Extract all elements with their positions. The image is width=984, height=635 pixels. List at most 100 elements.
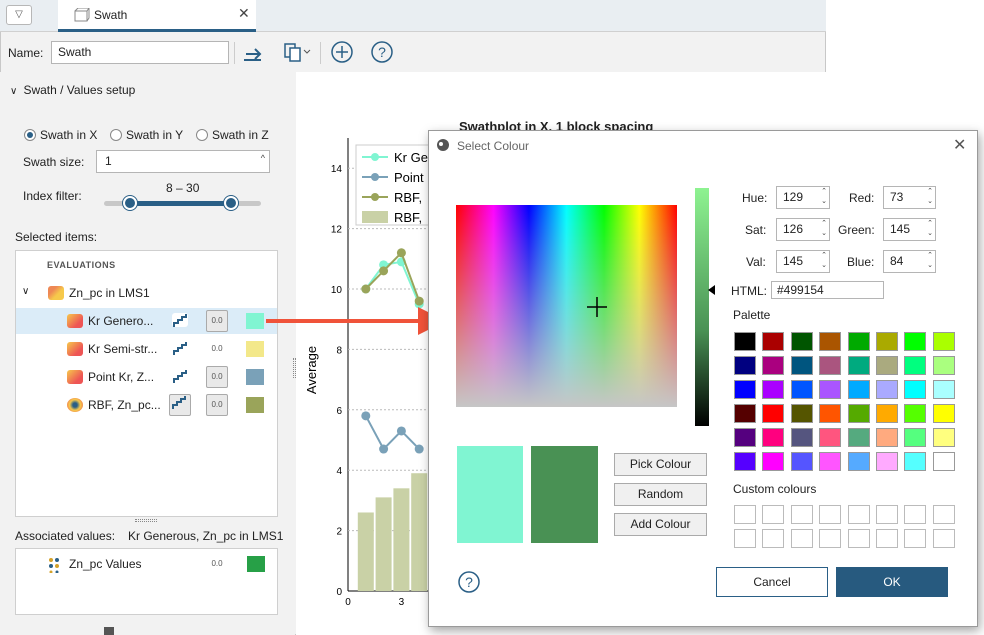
- colour-swatch[interactable]: [246, 369, 264, 385]
- colour-spectrum[interactable]: [456, 205, 677, 407]
- close-tab-icon[interactable]: ✕: [238, 5, 250, 22]
- help-icon[interactable]: ?: [370, 40, 394, 64]
- palette-swatch[interactable]: [847, 452, 870, 471]
- radio-swath-z[interactable]: Swath in Z: [196, 128, 269, 142]
- tree-item-row[interactable]: RBF, Zn_pc... 0.0: [16, 392, 277, 418]
- collapse-button[interactable]: ▽: [6, 5, 32, 25]
- palette-swatch[interactable]: [762, 428, 785, 447]
- palette-swatch[interactable]: [932, 404, 955, 423]
- spin-arrows-icon[interactable]: ⌃ ⌄: [927, 219, 933, 239]
- add-icon[interactable]: [330, 40, 354, 64]
- palette-swatch[interactable]: [876, 404, 898, 423]
- colour-swatch[interactable]: [246, 341, 264, 357]
- palette-swatch[interactable]: [762, 404, 785, 423]
- blue-input[interactable]: 84 ⌃ ⌄: [883, 250, 936, 273]
- custom-colour-slot[interactable]: [819, 529, 842, 548]
- export-icon[interactable]: [241, 40, 265, 64]
- palette-swatch[interactable]: [762, 356, 785, 375]
- palette-swatch[interactable]: [847, 356, 870, 375]
- associated-item-row[interactable]: Zn_pc Values 0.0: [16, 552, 277, 578]
- scroll-handle[interactable]: [104, 627, 114, 635]
- custom-colour-slot[interactable]: [876, 529, 898, 548]
- palette-swatch[interactable]: [734, 428, 756, 447]
- custom-colour-slot[interactable]: [762, 529, 785, 548]
- palette-swatch[interactable]: [847, 428, 870, 447]
- palette-swatch[interactable]: [819, 404, 842, 423]
- splitter-handle[interactable]: [135, 519, 157, 522]
- colour-swatch[interactable]: [246, 397, 264, 413]
- name-input[interactable]: Swath: [51, 41, 229, 64]
- stats-button[interactable]: 0.0: [206, 310, 228, 332]
- spin-arrows-icon[interactable]: ⌃ ⌄: [821, 219, 827, 239]
- copy-icon[interactable]: [282, 40, 311, 64]
- tree-item-row[interactable]: Kr Semi-str... 0.0: [16, 336, 277, 362]
- close-icon[interactable]: ✕: [953, 135, 966, 155]
- spin-arrows-icon[interactable]: ⌃ ⌄: [821, 187, 827, 207]
- palette-swatch[interactable]: [734, 452, 756, 471]
- histogram-icon[interactable]: [172, 341, 188, 355]
- palette-swatch[interactable]: [762, 452, 785, 471]
- green-input[interactable]: 145 ⌃ ⌄: [883, 218, 936, 241]
- palette-swatch[interactable]: [819, 452, 842, 471]
- spin-arrows-icon[interactable]: ⌃ ⌄: [821, 251, 827, 271]
- palette-swatch[interactable]: [932, 428, 955, 447]
- histogram-icon[interactable]: [172, 369, 188, 383]
- palette-swatch[interactable]: [876, 452, 898, 471]
- swath-size-input[interactable]: 1 ^: [96, 150, 270, 173]
- ok-button[interactable]: OK: [836, 567, 948, 597]
- spin-up-icon[interactable]: ^: [261, 153, 265, 163]
- palette-swatch[interactable]: [904, 356, 927, 375]
- sat-input[interactable]: 126 ⌃ ⌄: [776, 218, 830, 241]
- custom-colour-slot[interactable]: [876, 505, 898, 524]
- tree-item-row[interactable]: Kr Genero... 0.0: [16, 308, 277, 334]
- palette-swatch[interactable]: [876, 332, 898, 351]
- tree-parent-row[interactable]: ∨ Zn_pc in LMS1: [16, 280, 277, 306]
- palette-swatch[interactable]: [819, 428, 842, 447]
- histogram-button[interactable]: [169, 394, 191, 416]
- slider-min-handle[interactable]: [123, 196, 137, 210]
- palette-swatch[interactable]: [847, 380, 870, 399]
- palette-swatch[interactable]: [819, 356, 842, 375]
- palette-swatch[interactable]: [932, 380, 955, 399]
- custom-colour-slot[interactable]: [847, 505, 870, 524]
- cancel-button[interactable]: Cancel: [716, 567, 828, 597]
- palette-swatch[interactable]: [734, 404, 756, 423]
- spin-arrows-icon[interactable]: ⌃ ⌄: [927, 187, 933, 207]
- custom-colour-slot[interactable]: [932, 505, 955, 524]
- custom-colour-slot[interactable]: [734, 529, 756, 548]
- custom-colour-slot[interactable]: [734, 505, 756, 524]
- custom-colour-slot[interactable]: [819, 505, 842, 524]
- radio-swath-y[interactable]: Swath in Y: [110, 128, 183, 142]
- histogram-icon[interactable]: [172, 313, 188, 327]
- colour-swatch[interactable]: [246, 313, 264, 329]
- hue-input[interactable]: 129 ⌃ ⌄: [776, 186, 830, 209]
- slider-max-handle[interactable]: [224, 196, 238, 210]
- spin-arrows-icon[interactable]: ⌃ ⌄: [927, 251, 933, 271]
- html-input[interactable]: #499154: [771, 281, 884, 299]
- colour-swatch[interactable]: [247, 556, 265, 572]
- setup-section-header[interactable]: ∨ Swath / Values setup: [10, 83, 135, 97]
- custom-colour-slot[interactable]: [762, 505, 785, 524]
- random-button[interactable]: Random: [614, 483, 707, 506]
- palette-swatch[interactable]: [790, 380, 813, 399]
- palette-swatch[interactable]: [932, 332, 955, 351]
- palette-swatch[interactable]: [790, 404, 813, 423]
- palette-swatch[interactable]: [734, 380, 756, 399]
- add-colour-button[interactable]: Add Colour: [614, 513, 707, 536]
- custom-colour-slot[interactable]: [790, 529, 813, 548]
- custom-colour-slot[interactable]: [847, 529, 870, 548]
- red-input[interactable]: 73 ⌃ ⌄: [883, 186, 936, 209]
- palette-swatch[interactable]: [904, 428, 927, 447]
- custom-colour-slot[interactable]: [932, 529, 955, 548]
- tab-swath[interactable]: Swath ✕: [58, 0, 256, 32]
- tree-item-row[interactable]: Point Kr, Z... 0.0: [16, 364, 277, 390]
- palette-swatch[interactable]: [904, 452, 927, 471]
- palette-swatch[interactable]: [734, 332, 756, 351]
- palette-swatch[interactable]: [790, 452, 813, 471]
- palette-swatch[interactable]: [847, 332, 870, 351]
- palette-swatch[interactable]: [904, 332, 927, 351]
- custom-colour-slot[interactable]: [904, 505, 927, 524]
- palette-swatch[interactable]: [904, 404, 927, 423]
- palette-swatch[interactable]: [876, 428, 898, 447]
- palette-swatch[interactable]: [932, 452, 955, 471]
